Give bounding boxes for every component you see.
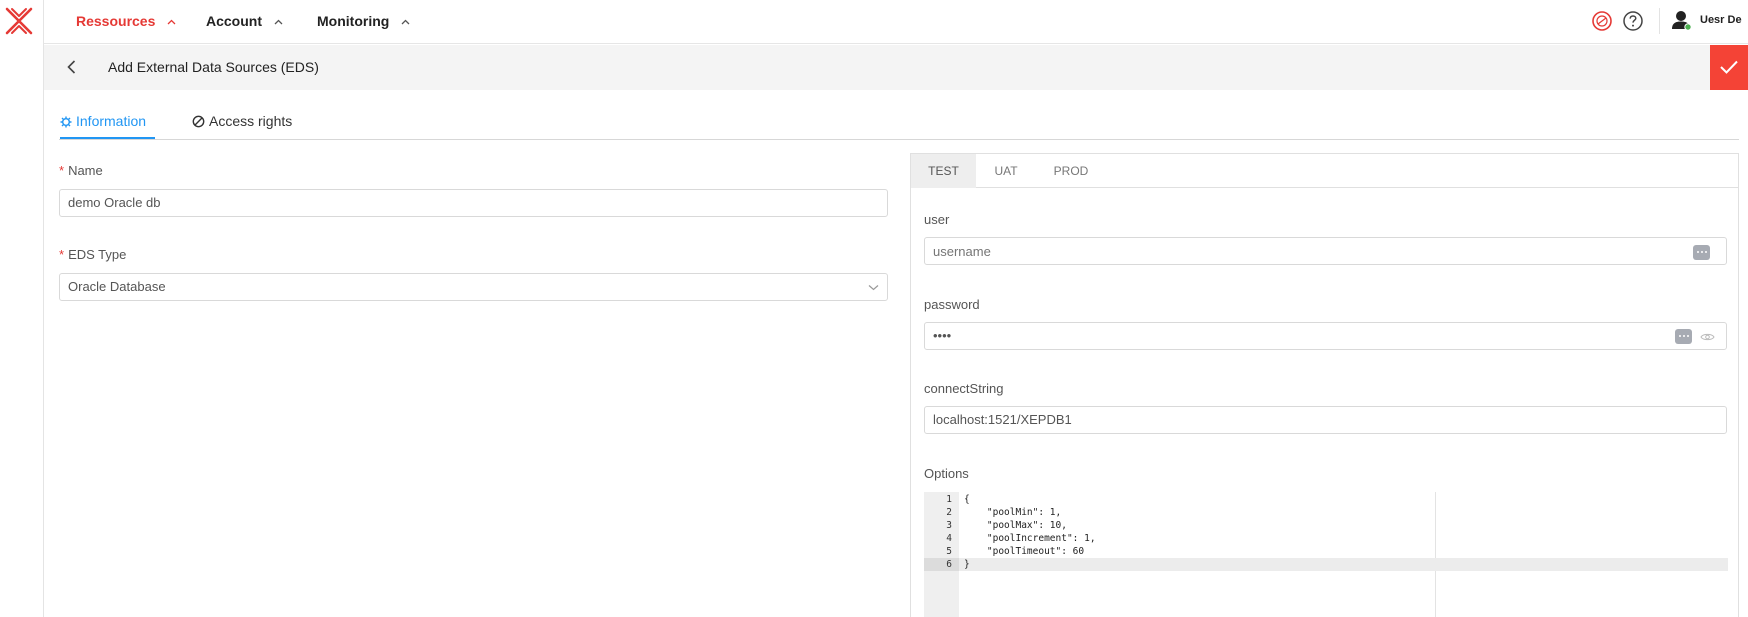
avatar[interactable]: [1671, 9, 1693, 31]
user-input[interactable]: [924, 237, 1727, 265]
env-tab-test[interactable]: TEST: [911, 154, 976, 188]
line-number: 2: [946, 507, 952, 518]
chevron-up-icon: [274, 19, 283, 25]
chevron-down-icon: [868, 285, 879, 291]
code-line: 1 {: [924, 493, 1728, 506]
env-tab-bar: TEST UAT PROD: [911, 154, 1738, 188]
tab-access-rights[interactable]: Access rights: [192, 110, 292, 139]
name-label: * Name: [59, 163, 103, 178]
nav-item-label: Account: [206, 13, 262, 29]
nav-item-monitoring[interactable]: Monitoring: [317, 0, 410, 44]
page-title: Add External Data Sources (EDS): [108, 59, 319, 75]
env-tab-uat[interactable]: UAT: [976, 154, 1036, 188]
required-mark: *: [59, 247, 65, 262]
code-text: "poolIncrement": 1,: [964, 533, 1096, 544]
password-input[interactable]: ••••: [924, 322, 1727, 350]
code-line: 4 "poolIncrement": 1,: [924, 532, 1728, 545]
line-number: 6: [946, 559, 952, 570]
code-line: 5 "poolTimeout": 60: [924, 545, 1728, 558]
environment-panel: TEST UAT PROD user password •••• connect…: [910, 153, 1739, 617]
chevron-up-icon: [401, 19, 410, 25]
required-mark: *: [59, 163, 65, 178]
code-line: 3 "poolMax": 10,: [924, 519, 1728, 532]
code-line-active: 6 }: [924, 558, 1728, 571]
save-button[interactable]: [1710, 45, 1748, 90]
user-name[interactable]: Uesr De: [1700, 0, 1742, 40]
nav-item-account[interactable]: Account: [206, 0, 283, 44]
divider: [1659, 8, 1660, 34]
help-icon[interactable]: [1622, 10, 1644, 32]
name-input[interactable]: demo Oracle db: [59, 189, 888, 217]
tab-label: Access rights: [209, 113, 293, 129]
block-icon: [192, 115, 205, 128]
eye-icon[interactable]: [1700, 332, 1715, 342]
user-label: user: [924, 212, 950, 227]
line-number: 1: [946, 494, 952, 505]
options-label: Options: [924, 466, 969, 481]
tab-bar: Information Access rights: [59, 110, 1739, 140]
top-navbar: Ressources Account Monitoring Uesr De: [44, 0, 1748, 44]
env-tab-prod[interactable]: PROD: [1036, 154, 1106, 188]
code-text: "poolTimeout": 60: [964, 546, 1085, 557]
tab-information[interactable]: Information: [60, 110, 155, 139]
line-number: 5: [946, 546, 952, 557]
code-text: "poolMax": 10,: [964, 520, 1067, 531]
nav-item-ressources[interactable]: Ressources: [76, 0, 176, 44]
connect-string-label: connectString: [924, 381, 1004, 396]
line-number: 4: [946, 533, 952, 544]
eds-type-label: * EDS Type: [59, 247, 126, 262]
options-code-editor[interactable]: 1 { 2 "poolMin": 1, 3 "poolMax": 10, 4 "…: [924, 492, 1728, 617]
eds-type-select[interactable]: Oracle Database: [59, 273, 888, 301]
line-number: 3: [946, 520, 952, 531]
credential-picker-button[interactable]: [1675, 329, 1692, 344]
check-icon: [1720, 60, 1738, 74]
left-rail: [0, 0, 44, 617]
eds-type-value: Oracle Database: [68, 279, 166, 294]
code-text: }: [964, 559, 970, 570]
logo-icon[interactable]: [4, 6, 34, 36]
code-line: 2 "poolMin": 1,: [924, 506, 1728, 519]
connect-string-input[interactable]: localhost:1521/XEPDB1: [924, 406, 1727, 434]
accessibility-icon[interactable]: [1591, 10, 1613, 32]
chevron-up-icon: [167, 19, 176, 25]
back-arrow-icon[interactable]: [62, 57, 82, 77]
tab-label: Information: [76, 113, 147, 129]
password-label: password: [924, 297, 980, 312]
page-header: Add External Data Sources (EDS): [44, 45, 1748, 90]
eds-type-label-text: EDS Type: [68, 247, 127, 262]
name-label-text: Name: [68, 163, 103, 178]
code-text: {: [964, 494, 970, 505]
credential-picker-button[interactable]: [1693, 245, 1710, 260]
nav-item-label: Ressources: [76, 13, 156, 29]
gear-icon: [60, 116, 72, 128]
nav-item-label: Monitoring: [317, 13, 390, 29]
code-text: "poolMin": 1,: [964, 507, 1062, 518]
